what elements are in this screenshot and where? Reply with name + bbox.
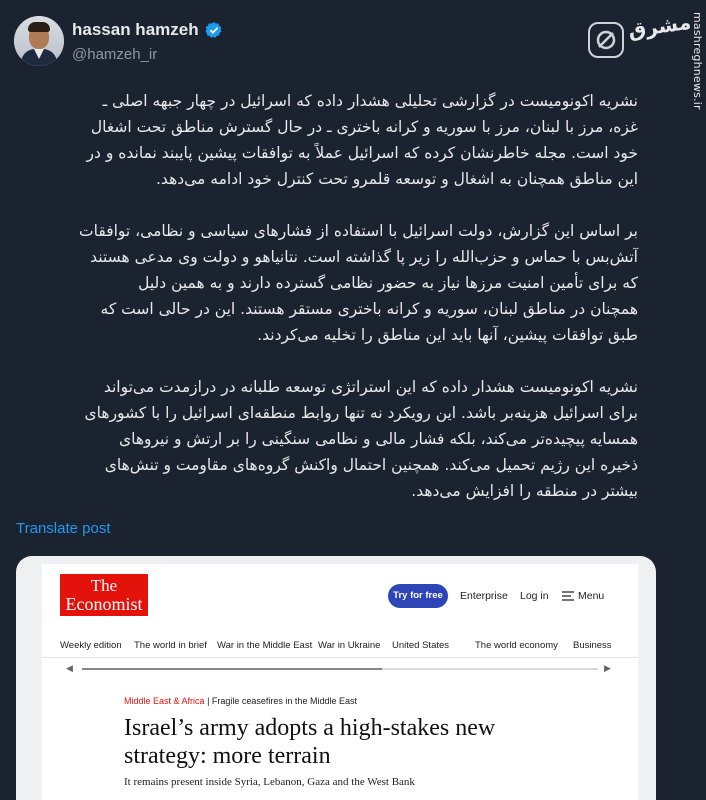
tweet-header: hassan hamzeh @hamzeh_ir مشرق (0, 0, 706, 80)
login-link: Log in (520, 590, 549, 602)
watermark-url: mashreghnews.ir (691, 12, 704, 110)
scroll-right-icon: ▶ (604, 664, 611, 674)
avatar[interactable] (14, 16, 64, 66)
nav-item: War in Ukraine (318, 640, 381, 651)
tweet-paragraph-3: نشریه اکونومیست هشدار داده که این استرات… (84, 378, 638, 500)
author-display-name[interactable]: hassan hamzeh (72, 20, 199, 40)
economist-logo: The Economist (60, 574, 148, 616)
author-handle[interactable]: @hamzeh_ir (72, 46, 157, 63)
economist-article-screenshot: The Economist Try for free Enterprise Lo… (42, 564, 638, 800)
nav-item: The world economy (475, 640, 558, 651)
article-subhead: It remains present inside Syria, Lebanon… (124, 776, 415, 788)
article-kicker: Middle East & Africa | Fragile ceasefire… (124, 696, 357, 706)
verified-badge-icon (205, 22, 222, 38)
economist-navbar: Weekly edition The world in brief War in… (42, 628, 638, 658)
menu-link: Menu (578, 590, 605, 602)
nav-item: War in the Middle East (217, 640, 313, 651)
nav-item: The world in brief (134, 640, 207, 651)
enterprise-link: Enterprise (460, 590, 508, 602)
nav-item: United States (392, 640, 450, 651)
tweet-text: نشریه اکونومیست در گزارشی تحلیلی هشدار د… (18, 88, 638, 530)
tweet-paragraph-2: بر اساس این گزارش، دولت اسرائیل با استفا… (79, 222, 638, 344)
scroll-left-icon: ◀ (66, 664, 73, 674)
brand-logo: مشرق (626, 9, 693, 43)
tweet-paragraph-1: نشریه اکونومیست در گزارشی تحلیلی هشدار د… (86, 92, 638, 188)
nav-scrollbar (82, 668, 598, 670)
translate-post-link[interactable]: Translate post (16, 520, 111, 537)
menu-icon (562, 591, 574, 601)
x-logo-icon (588, 22, 624, 58)
try-for-free-button: Try for free (388, 584, 448, 608)
attached-image-card[interactable]: The Economist Try for free Enterprise Lo… (16, 556, 656, 800)
article-headline: Israel’s army adopts a high-stakes new s… (124, 715, 496, 769)
nav-item: Business (573, 640, 612, 651)
nav-item: Weekly edition (60, 640, 122, 651)
